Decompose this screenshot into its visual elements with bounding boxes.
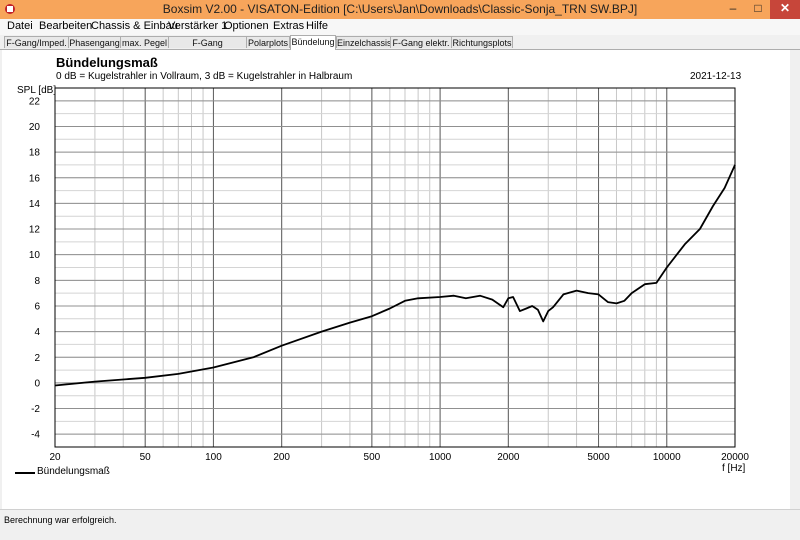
y-axis-label: SPL [dB] [17,85,57,96]
y-tick-label: -2 [31,404,40,415]
x-tick-label: 2000 [497,452,520,463]
plot-area: -4 -2 0 2 4 6 8 10 12 14 16 18 20 22 20 50 100 200 500 1000… [29,87,749,463]
menu-extras[interactable]: Extras [273,20,304,32]
y-tick-label: 6 [34,301,40,312]
tab-richtungsplots[interactable]: Richtungsplots [451,36,513,48]
tab-f-gang-elektr[interactable]: F-Gang elektr. [390,36,452,48]
tab-einzelchassis[interactable]: Einzelchassis [336,36,392,48]
menu-datei[interactable]: Datei [7,20,33,32]
status-bar: Berechnung war erfolgreich. [0,509,800,540]
chart-panel: -4 -2 0 2 4 6 8 10 12 14 16 18 20 22 20 50 100 200 500 1000… [2,50,790,509]
menu-verstaerker[interactable]: Verstärker 1 [168,20,227,32]
chart-title: Bündelungsmaß [56,55,158,70]
menu-optionen[interactable]: Optionen [224,20,269,32]
y-tick-label: 22 [29,96,41,107]
legend-line-swatch [15,472,35,474]
chart-date: 2021-12-13 [690,71,742,82]
menu-bar: Datei Bearbeiten Chassis & Einbau Verstä… [0,19,800,35]
series-line-buendelungsmass [54,164,736,387]
y-tick-label: -4 [31,430,40,441]
x-tick-label: 1000 [429,452,452,463]
y-tick-label: 4 [34,327,40,338]
legend-entry: Bündelungsmaß [37,466,110,477]
minimize-button[interactable]: – [720,0,746,19]
y-tick-label: 0 [34,378,40,389]
tab-phasengang[interactable]: Phasengang [68,36,121,48]
maximize-button[interactable]: □ [746,0,770,19]
tab-f-gang-imped[interactable]: F-Gang/Imped. [4,36,69,48]
title-bar: Boxsim V2.00 - VISATON-Edition [C:\Users… [0,0,800,19]
y-tick-label: 14 [29,199,41,210]
x-tick-label: 50 [140,452,152,463]
tab-bar: F-Gang/Imped. Phasengang max. Pegel F-Ga… [0,35,800,60]
y-tick-label: 8 [34,276,40,287]
tab-polarplots[interactable]: Polarplots [246,36,290,48]
menu-bearbeiten[interactable]: Bearbeiten [39,20,92,32]
tab-f-gang-richtungen[interactable]: F-Gang Richtungen [168,36,247,60]
menu-chassis-einbau[interactable]: Chassis & Einbau [91,20,178,32]
x-tick-label: 20000 [721,452,749,463]
y-tick-label: 16 [29,173,41,184]
chart-subtitle: 0 dB = Kugelstrahler in Vollraum, 3 dB =… [56,71,353,82]
y-tick-label: 10 [29,250,41,261]
y-tick-label: 2 [34,353,40,364]
x-tick-label: 200 [273,452,290,463]
y-tick-label: 18 [29,148,41,159]
tab-buendelung[interactable]: Bündelung [290,35,336,50]
x-tick-label: 500 [364,452,381,463]
x-tick-label: 5000 [587,452,610,463]
tab-max-pegel[interactable]: max. Pegel [120,36,169,48]
x-axis-label: f [Hz] [722,463,746,474]
y-tick-label: 12 [29,225,41,236]
y-tick-label: 20 [29,122,41,133]
x-tick-label: 20 [49,452,61,463]
close-button[interactable]: ✕ [770,0,800,19]
status-text: Berechnung war erfolgreich. [4,515,117,525]
window-title: Boxsim V2.00 - VISATON-Edition [C:\Users… [162,2,638,16]
x-tick-label: 10000 [653,452,681,463]
menu-hilfe[interactable]: Hilfe [306,20,328,32]
x-tick-label: 100 [205,452,222,463]
